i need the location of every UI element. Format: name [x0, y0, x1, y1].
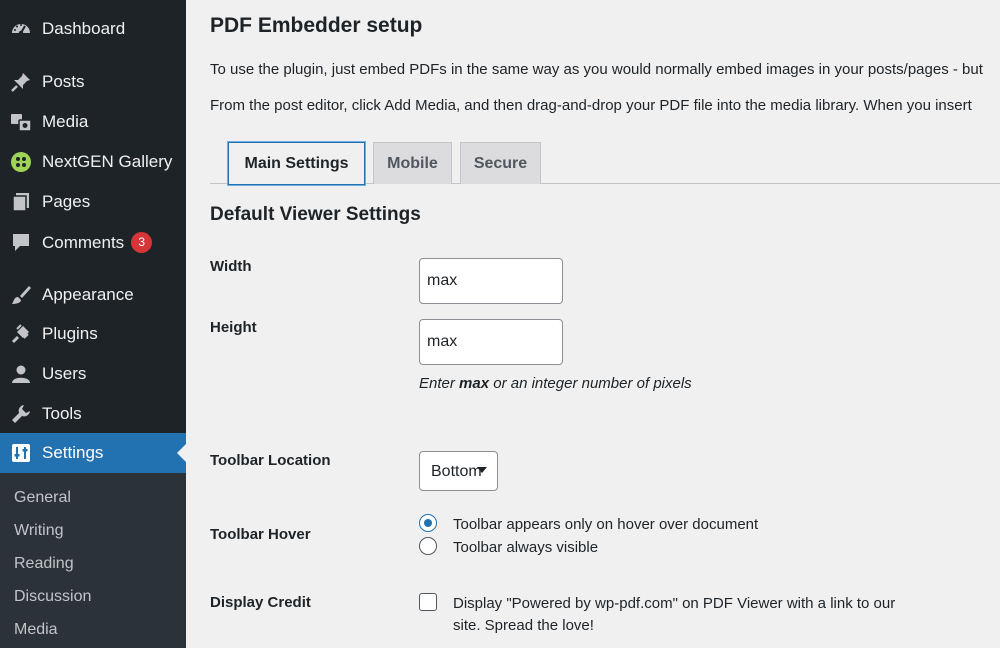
settings-icon	[10, 442, 32, 464]
radio-toolbar-always-visible[interactable]	[419, 537, 437, 555]
width-input[interactable]	[419, 258, 563, 304]
comment-icon	[10, 231, 32, 253]
submenu-item-media[interactable]: Media	[14, 621, 58, 639]
sidebar-item-label: Posts	[42, 72, 85, 91]
height-input[interactable]	[419, 319, 563, 365]
intro-paragraph-2: From the post editor, click Add Media, a…	[210, 97, 972, 114]
sidebar-item-media[interactable]: Media	[0, 102, 186, 142]
dashboard-icon	[10, 18, 32, 40]
size-help-text: Enter max or an integer number of pixels	[419, 375, 692, 392]
intro-paragraph-1: To use the plugin, just embed PDFs in th…	[210, 61, 983, 78]
tab-mobile[interactable]: Mobile	[373, 142, 452, 184]
pin-icon	[10, 71, 32, 93]
brush-icon	[10, 284, 32, 306]
sidebar-item-dashboard[interactable]: Dashboard	[0, 9, 186, 49]
toolbar-hover-label: Toolbar Hover	[210, 526, 311, 543]
sidebar-item-label: Tools	[42, 404, 82, 423]
sidebar-item-label: Media	[42, 112, 89, 131]
nextgen-icon	[10, 151, 32, 173]
radio-label-hover-only: Toolbar appears only on hover over docum…	[453, 516, 759, 533]
plug-icon	[10, 323, 32, 345]
sidebar-item-label: Pages	[42, 192, 91, 211]
sidebar-item-tools[interactable]: Tools	[0, 394, 186, 434]
display-credit-label: Display Credit	[210, 594, 311, 611]
tab-main-settings[interactable]: Main Settings	[228, 142, 365, 185]
user-icon	[10, 363, 32, 385]
help-max-keyword: max	[459, 375, 490, 392]
height-label: Height	[210, 319, 257, 336]
sidebar-item-label: Users	[42, 364, 87, 383]
main-content: PDF Embedder setup To use the plugin, ju…	[186, 0, 1000, 648]
radio-toolbar-hover-only[interactable]	[419, 514, 437, 532]
tab-secure[interactable]: Secure	[460, 142, 541, 184]
chevron-down-icon	[477, 467, 487, 473]
admin-sidebar: Dashboard Posts Media NextGEN Gallery Pa…	[0, 0, 186, 648]
sidebar-item-plugins[interactable]: Plugins	[0, 314, 186, 354]
sidebar-item-label: Plugins	[42, 324, 98, 343]
wrench-icon	[10, 403, 32, 425]
section-title: Default Viewer Settings	[210, 204, 421, 225]
width-label: Width	[210, 258, 252, 275]
sidebar-item-label: Dashboard	[42, 19, 126, 38]
sidebar-item-settings[interactable]: Settings	[0, 433, 186, 473]
sidebar-item-posts[interactable]: Posts	[0, 62, 186, 102]
sidebar-item-label: Settings	[42, 443, 104, 462]
submenu-item-reading[interactable]: Reading	[14, 555, 74, 573]
settings-submenu: General Writing Reading Discussion Media	[0, 473, 186, 648]
radio-label-always-visible: Toolbar always visible	[453, 539, 599, 556]
sidebar-item-label: NextGEN Gallery	[42, 152, 173, 171]
sidebar-item-nextgen-gallery[interactable]: NextGEN Gallery	[0, 142, 186, 182]
pages-icon	[10, 191, 32, 213]
toolbar-location-label: Toolbar Location	[210, 452, 331, 469]
sidebar-item-pages[interactable]: Pages	[0, 182, 186, 222]
sidebar-item-comments[interactable]: Comments 3	[0, 222, 186, 262]
toolbar-location-value: Bottom	[431, 463, 482, 480]
sidebar-item-label: Appearance	[42, 285, 134, 304]
display-credit-checkbox[interactable]	[419, 593, 437, 611]
submenu-item-general[interactable]: General	[14, 489, 71, 507]
toolbar-location-select[interactable]: Bottom	[419, 451, 498, 491]
submenu-item-discussion[interactable]: Discussion	[14, 588, 91, 606]
page-title: PDF Embedder setup	[210, 14, 423, 37]
submenu-item-writing[interactable]: Writing	[14, 522, 64, 540]
sidebar-item-label: Comments 3	[42, 232, 153, 253]
sidebar-item-appearance[interactable]: Appearance	[0, 275, 186, 315]
comments-count-badge: 3	[131, 232, 153, 253]
sidebar-item-users[interactable]: Users	[0, 354, 186, 394]
display-credit-text: Display "Powered by wp-pdf.com" on PDF V…	[453, 595, 896, 634]
media-icon	[10, 111, 32, 133]
